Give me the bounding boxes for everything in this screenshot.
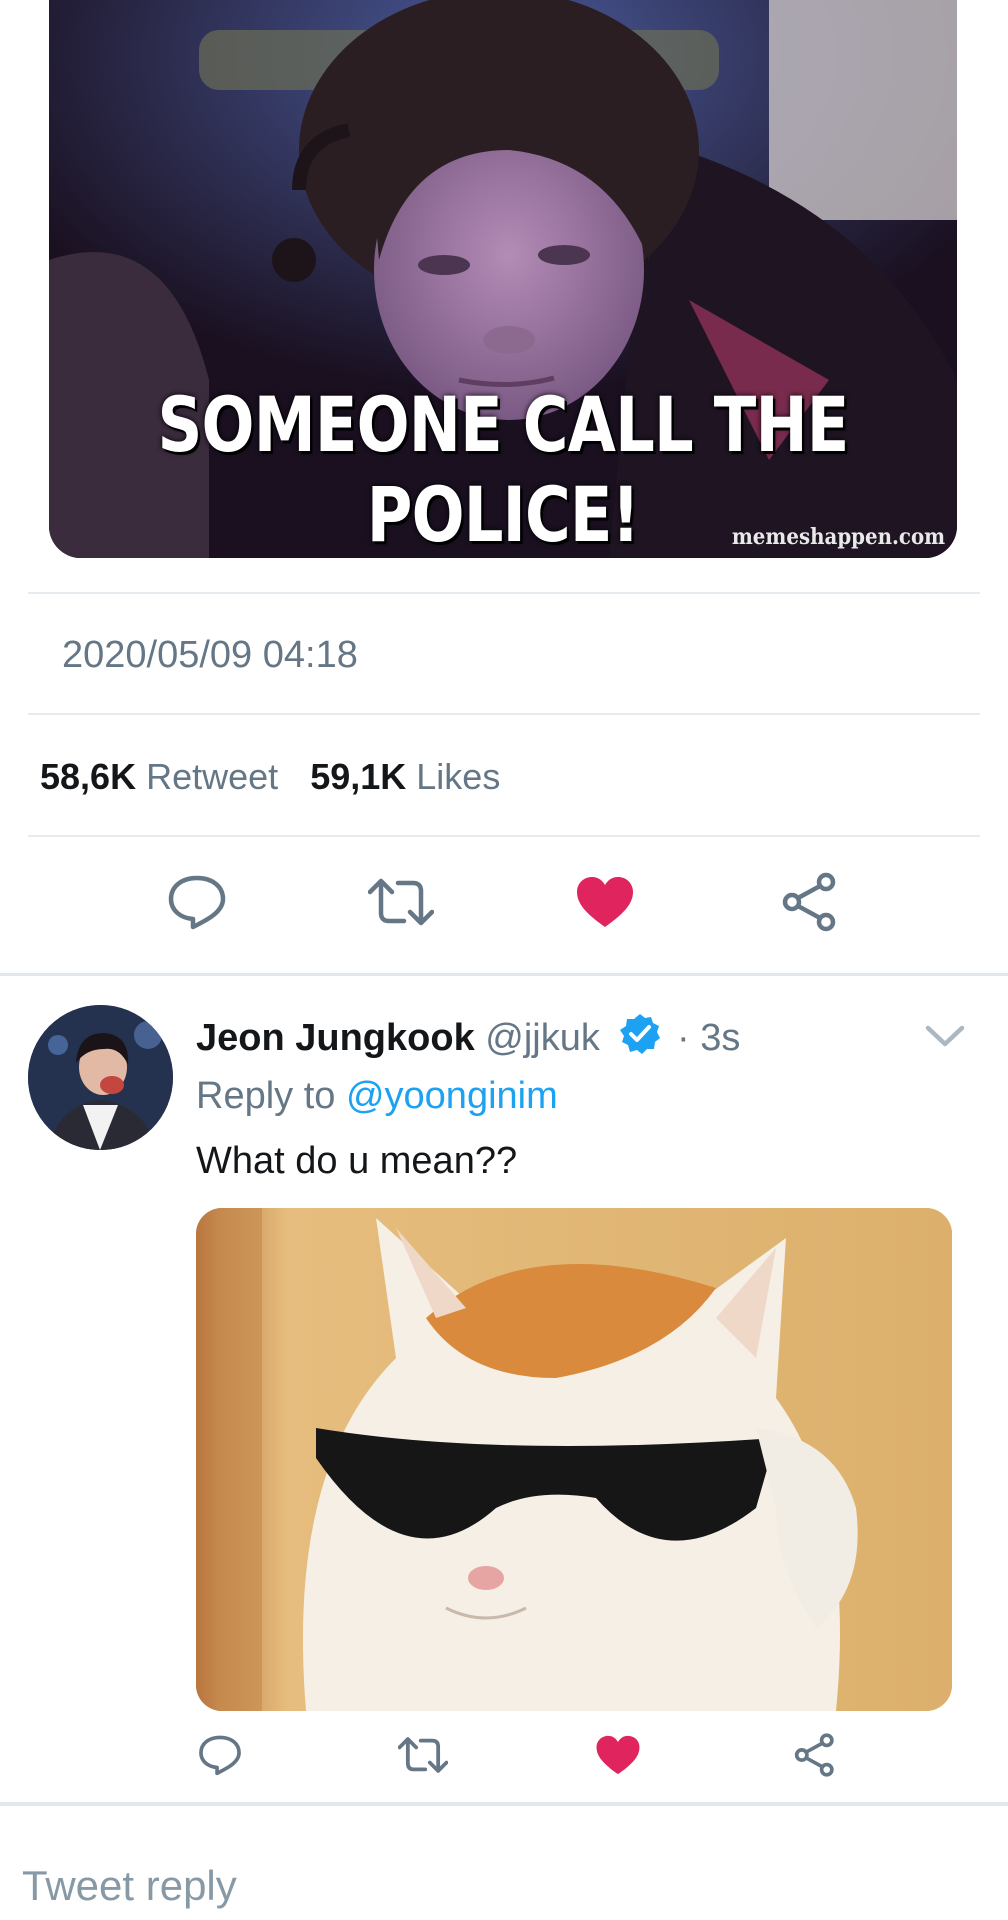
reply-button[interactable] — [152, 857, 242, 947]
verified-badge-icon — [618, 1012, 662, 1066]
divider — [28, 835, 980, 837]
share-button[interactable] — [765, 857, 855, 947]
reply-author-line: Jeon Jungkook @jjkuk · 3s — [196, 1012, 740, 1066]
reply-composer-input[interactable]: Tweet reply — [22, 1862, 237, 1910]
tweet-media-image[interactable]: SOMEONE CALL THE POLICE! memeshappen.com — [49, 0, 957, 558]
share-button[interactable] — [770, 1710, 860, 1800]
share-icon — [782, 872, 836, 932]
meme-watermark: memeshappen.com — [731, 524, 946, 550]
reply-to-prefix: Reply to — [196, 1075, 336, 1117]
cat-sunglasses-photo — [196, 1208, 952, 1711]
like-icon-filled — [577, 877, 633, 927]
avatar-photo — [28, 1005, 173, 1150]
tweet-media-image[interactable] — [196, 1208, 952, 1711]
author-handle[interactable]: @jjkuk — [485, 1017, 600, 1059]
chevron-down-icon — [925, 1025, 965, 1047]
retweet-icon — [398, 1737, 448, 1773]
reply-icon — [199, 1735, 241, 1776]
divider — [28, 592, 980, 594]
divider — [28, 713, 980, 715]
tweet-time: · 3s — [677, 1017, 741, 1059]
like-icon-filled — [596, 1735, 640, 1775]
tweet-text: What do u mean?? — [196, 1140, 518, 1182]
likes-count[interactable]: 59,1K — [310, 756, 406, 797]
like-button[interactable] — [573, 1710, 663, 1800]
reply-to-handle-link[interactable]: @yoonginim — [346, 1075, 558, 1117]
composer-divider — [0, 1802, 1008, 1806]
reply-button[interactable] — [175, 1710, 265, 1800]
tweet-timestamp: 2020/05/09 04:18 — [62, 634, 358, 676]
section-divider — [0, 973, 1008, 976]
tweet-stats: 58,6K Retweet 59,1K Likes — [40, 756, 522, 798]
avatar[interactable] — [28, 1005, 173, 1150]
retweets-label[interactable]: Retweet — [146, 756, 278, 797]
retweet-button[interactable] — [356, 857, 446, 947]
author-name[interactable]: Jeon Jungkook — [196, 1017, 475, 1059]
share-icon — [794, 1733, 834, 1777]
reply-icon — [168, 875, 226, 930]
retweets-count[interactable]: 58,6K — [40, 756, 136, 797]
retweet-icon — [368, 878, 434, 926]
retweet-button[interactable] — [378, 1710, 468, 1800]
tweet-menu-button[interactable] — [920, 1016, 970, 1056]
like-button[interactable] — [560, 857, 650, 947]
likes-label[interactable]: Likes — [416, 756, 500, 797]
meme-caption-line1: SOMEONE CALL THE — [157, 380, 849, 469]
reply-to-line: Reply to @yoonginim — [196, 1075, 558, 1118]
